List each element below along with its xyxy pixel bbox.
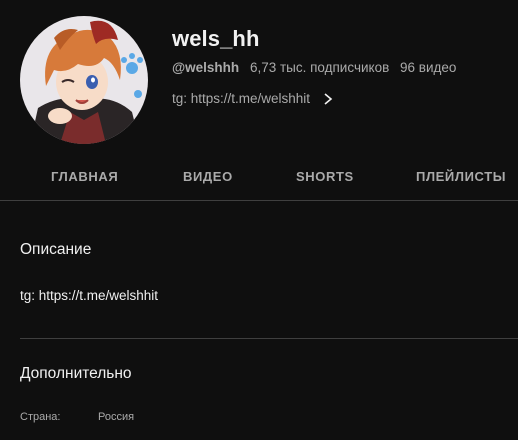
details-heading: Дополнительно bbox=[20, 365, 132, 382]
channel-page: wels_hh @welshhh 6,73 тыс. подписчиков 9… bbox=[0, 0, 518, 440]
country-value: Россия bbox=[98, 411, 135, 423]
channel-link-button[interactable]: tg: https://t.me/welshhit bbox=[172, 91, 334, 106]
channel-avatar[interactable] bbox=[20, 16, 148, 144]
channel-title: wels_hh bbox=[172, 26, 260, 51]
tab-playlists[interactable]: ПЛЕЙЛИСТЫ bbox=[416, 169, 506, 184]
channel-meta: @welshhh 6,73 тыс. подписчиков 96 видео bbox=[172, 60, 463, 75]
tab-shorts[interactable]: SHORTS bbox=[296, 169, 354, 184]
description-heading: Описание bbox=[20, 241, 92, 258]
avatar-illustration bbox=[20, 16, 148, 144]
channel-tabs: ГЛАВНАЯ ВИДЕО SHORTS ПЛЕЙЛИСТЫ bbox=[0, 150, 518, 201]
channel-handle: @welshhh bbox=[172, 60, 240, 75]
section-divider bbox=[20, 338, 518, 339]
subscriber-count: 6,73 тыс. подписчиков bbox=[249, 60, 390, 75]
country-label: Страна: bbox=[20, 411, 61, 423]
tab-videos[interactable]: ВИДЕО bbox=[183, 169, 233, 184]
tab-home[interactable]: ГЛАВНАЯ bbox=[51, 169, 118, 184]
video-count: 96 видео bbox=[400, 60, 457, 75]
chevron-right-icon bbox=[322, 92, 334, 106]
channel-link-text: tg: https://t.me/welshhit bbox=[172, 91, 311, 106]
description-text: tg: https://t.me/welshhit bbox=[20, 288, 159, 303]
